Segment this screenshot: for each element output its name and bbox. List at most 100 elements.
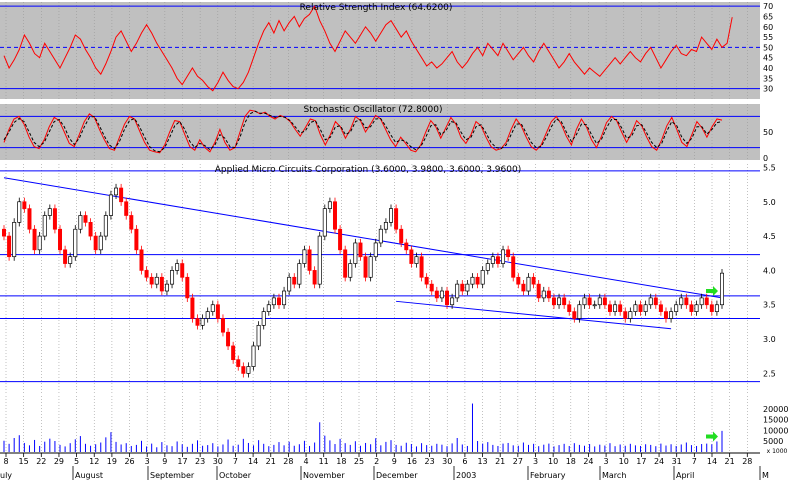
x-day-label: 19 xyxy=(107,457,117,466)
candle-body xyxy=(180,263,185,278)
candle-body xyxy=(378,228,383,244)
x-month-label: 2003 xyxy=(456,471,476,480)
candle-body xyxy=(368,256,373,278)
candle-body xyxy=(490,256,495,264)
price-candle xyxy=(251,341,256,371)
rsi-tick-label: 45 xyxy=(763,54,773,63)
x-month-label: September xyxy=(150,471,195,480)
candle-body xyxy=(648,297,653,306)
candle-body xyxy=(577,304,582,319)
x-day-label: 18 xyxy=(336,457,346,466)
candle-body xyxy=(694,304,699,312)
candle-body xyxy=(103,215,108,237)
candle-body xyxy=(414,256,419,264)
x-day-label: 9 xyxy=(392,457,397,466)
x-day-label: 14 xyxy=(248,457,258,466)
price-candle xyxy=(58,225,63,254)
price-candle xyxy=(12,218,17,261)
candle-body xyxy=(47,208,52,216)
rsi-tick-label: 65 xyxy=(763,12,773,21)
candle-body xyxy=(567,304,572,312)
x-day-label: 21 xyxy=(725,457,735,466)
candle-body xyxy=(78,215,83,230)
x-month-label: M xyxy=(762,471,769,480)
candle-body xyxy=(164,283,169,292)
price-candle xyxy=(317,231,322,289)
candle-body xyxy=(394,208,399,230)
rsi-panel-background xyxy=(0,2,760,99)
price-candle xyxy=(108,190,113,220)
x-day-label: 8 xyxy=(3,457,8,466)
x-day-label: 4 xyxy=(304,457,309,466)
x-day-label: 30 xyxy=(213,457,223,466)
price-candle xyxy=(139,245,144,275)
candle-body xyxy=(226,331,231,347)
x-day-label: 11 xyxy=(319,457,329,466)
candle-body xyxy=(139,249,144,271)
candle-body xyxy=(674,304,679,312)
candle-body xyxy=(98,235,103,251)
price-candle xyxy=(27,204,32,234)
candle-body xyxy=(434,290,439,299)
rsi-tick-label: 30 xyxy=(763,85,773,94)
candle-body xyxy=(317,235,322,285)
candle-body xyxy=(383,222,388,230)
candle-body xyxy=(465,283,470,292)
candle-body xyxy=(58,228,63,251)
volume-grid xyxy=(5,396,748,453)
candle-body xyxy=(501,249,506,264)
price-panel: Applied Micro Circuits Corporation (3.60… xyxy=(0,163,776,394)
stochastic-panel: Stochastic Oscillator (72.8000) 50 0 xyxy=(0,104,773,163)
candle-body xyxy=(134,228,139,251)
candle-body xyxy=(373,242,378,258)
candle-body xyxy=(348,263,353,278)
candle-body xyxy=(343,249,348,278)
candle-body xyxy=(108,194,113,216)
x-day-label: 5 xyxy=(74,457,79,466)
rsi-title: Relative Strength Index (64.6200) xyxy=(300,3,453,13)
x-day-label: 17 xyxy=(177,457,187,466)
candle-body xyxy=(536,283,541,299)
candle-body xyxy=(546,290,551,299)
x-day-label: 7 xyxy=(692,457,697,466)
x-day-label: 16 xyxy=(407,457,417,466)
x-day-label: 10 xyxy=(548,457,558,466)
volume-panel: 20000 1500010000 5000 x 1000 xyxy=(3,396,788,455)
candle-body xyxy=(389,208,394,223)
candle-body xyxy=(714,304,719,312)
candle-body xyxy=(607,304,612,312)
candle-body xyxy=(684,297,689,306)
price-candle xyxy=(32,225,37,254)
price-candle xyxy=(338,225,343,254)
candle-body xyxy=(7,235,12,258)
candle-body xyxy=(144,270,149,278)
price-candle xyxy=(419,252,424,282)
candle-body xyxy=(429,283,434,292)
candle-body xyxy=(231,345,236,361)
price-candle xyxy=(103,211,108,241)
candle-body xyxy=(93,235,98,251)
candle-body xyxy=(597,297,602,306)
x-day-label: 6 xyxy=(462,457,467,466)
candle-body xyxy=(618,304,623,312)
stochastic-tick-label: 0 xyxy=(763,154,768,163)
rsi-tick-label: 35 xyxy=(763,74,773,83)
candle-body xyxy=(170,270,175,285)
candle-body xyxy=(261,311,266,326)
candle-body xyxy=(592,304,597,307)
price-tick-label: 3.0 xyxy=(763,335,776,344)
candle-body xyxy=(327,201,332,209)
x-day-label: 30 xyxy=(442,457,452,466)
candle-body xyxy=(424,276,429,285)
candle-body xyxy=(531,276,536,285)
candle-body xyxy=(37,235,42,251)
price-candle xyxy=(42,211,47,241)
stochastic-tick-labels: 50 0 xyxy=(763,128,773,163)
candle-body xyxy=(551,297,556,306)
rsi-tick-label: 40 xyxy=(763,64,773,73)
x-day-label: 10 xyxy=(619,457,629,466)
x-month-label: March xyxy=(602,471,626,480)
price-tick-label: 5.5 xyxy=(763,163,776,172)
price-candle xyxy=(256,321,261,351)
candle-body xyxy=(251,345,256,367)
